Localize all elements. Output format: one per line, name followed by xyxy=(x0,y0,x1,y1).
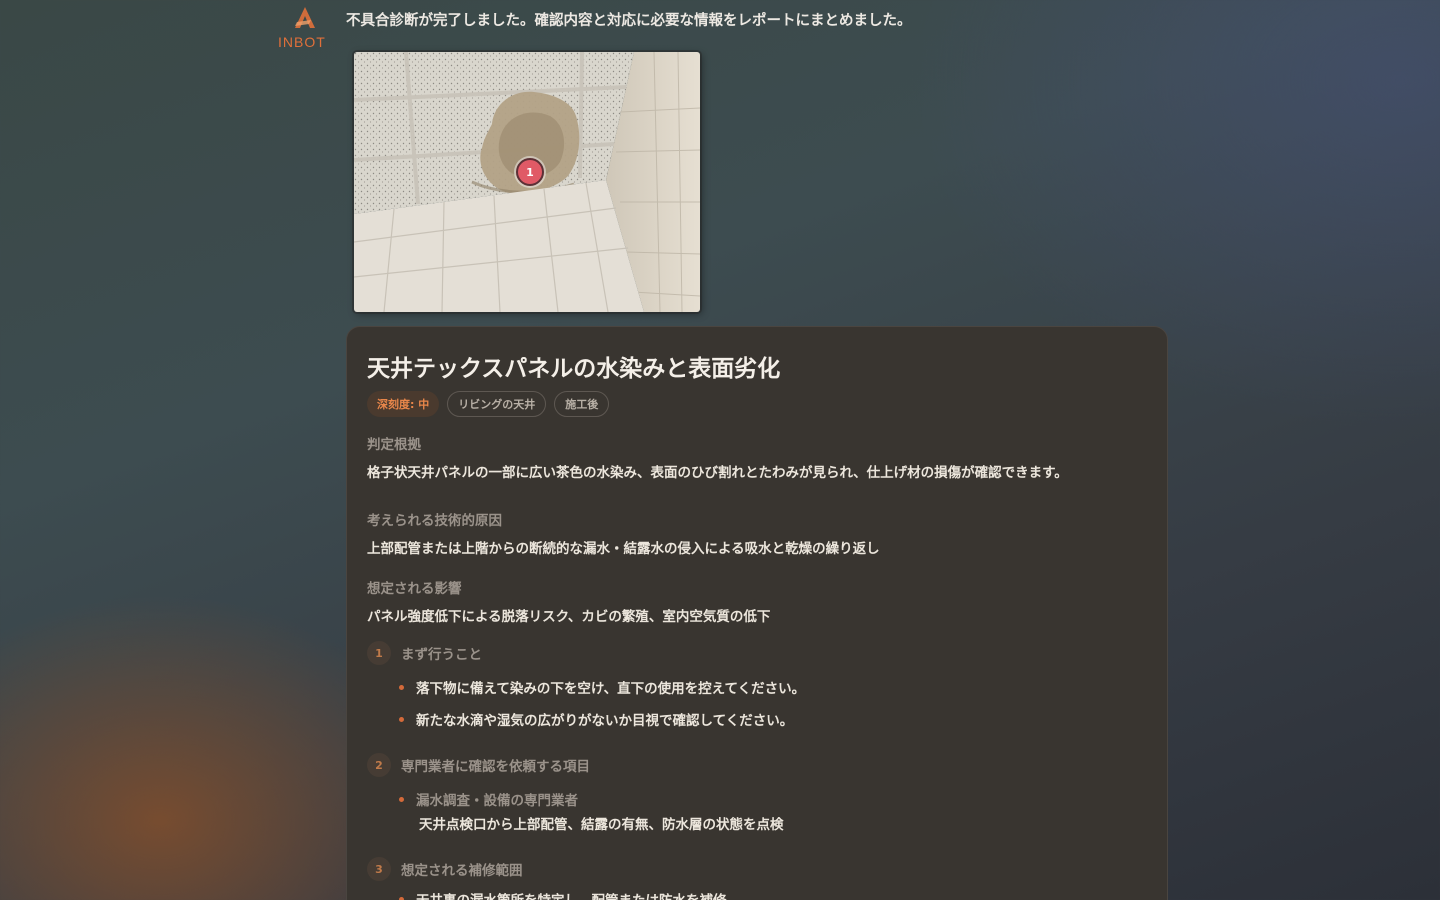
step-number: 1 xyxy=(367,641,391,665)
expert-name: 漏水調査・設備の専門業者 xyxy=(416,793,578,809)
bullet-dot-icon xyxy=(399,896,404,900)
bullet-dot-icon xyxy=(399,684,404,690)
bullet-dot-icon xyxy=(399,716,404,722)
step-title: まず行うこと xyxy=(401,647,482,663)
basis-label: 判定根拠 xyxy=(367,437,421,453)
list-item: 天井裏の漏水箇所を特定し、配管または防水を補修 xyxy=(399,889,727,900)
cause-label: 考えられる技術的原因 xyxy=(367,513,502,529)
bullet-dot-icon xyxy=(399,796,404,802)
issue-marker[interactable]: 1 xyxy=(516,158,544,186)
report-title: 天井テックスパネルの水染みと表面劣化 xyxy=(367,356,781,382)
list-item: 新たな水滴や湿気の広がりがないか目視で確認してください。 xyxy=(399,709,793,729)
assistant-message: 不具合診断が完了しました。確認内容と対応に必要な情報をレポートにまとめました。 xyxy=(346,13,912,29)
diagnosis-report-card: 天井テックスパネルの水染みと表面劣化 深刻度: 中 リビングの天井 施工後 判定… xyxy=(346,326,1168,900)
impact-label: 想定される影響 xyxy=(367,581,462,597)
severity-badge: 深刻度: 中 xyxy=(367,391,440,417)
impact-text: パネル強度低下による脱落リスク、カビの繁殖、室内空気質の低下 xyxy=(367,609,771,625)
step-number: 3 xyxy=(367,857,391,881)
expert-detail: 天井点検口から上部配管、結露の有無、防水層の状態を点検 xyxy=(419,817,784,833)
inbot-logo: INBOT xyxy=(276,6,334,50)
step-title: 専門業者に確認を依頼する項目 xyxy=(401,759,590,775)
list-item: 落下物に備えて染みの下を空け、直下の使用を控えてください。 xyxy=(399,677,805,697)
report-badges: 深刻度: 中 リビングの天井 施工後 xyxy=(367,391,610,417)
step-3: 3 想定される補修範囲 xyxy=(367,857,523,881)
phase-badge: 施工後 xyxy=(554,391,610,417)
location-badge: リビングの天井 xyxy=(447,391,547,417)
basis-text: 格子状天井パネルの一部に広い茶色の水染み、表面のひび割れとたわみが見られ、仕上げ… xyxy=(367,465,1068,481)
step-number: 2 xyxy=(367,753,391,777)
diagnosis-photo[interactable]: 1 xyxy=(354,52,700,312)
logo-text: INBOT xyxy=(278,34,326,50)
cause-text: 上部配管または上階からの断続的な漏水・結露水の侵入による吸水と乾燥の繰り返し xyxy=(367,541,880,557)
expert-item: 漏水調査・設備の専門業者 xyxy=(399,789,578,809)
step-2: 2 専門業者に確認を依頼する項目 xyxy=(367,753,590,777)
logo-mark-icon xyxy=(295,7,315,28)
step-1: 1 まず行うこと xyxy=(367,641,482,665)
step-title: 想定される補修範囲 xyxy=(401,863,523,879)
